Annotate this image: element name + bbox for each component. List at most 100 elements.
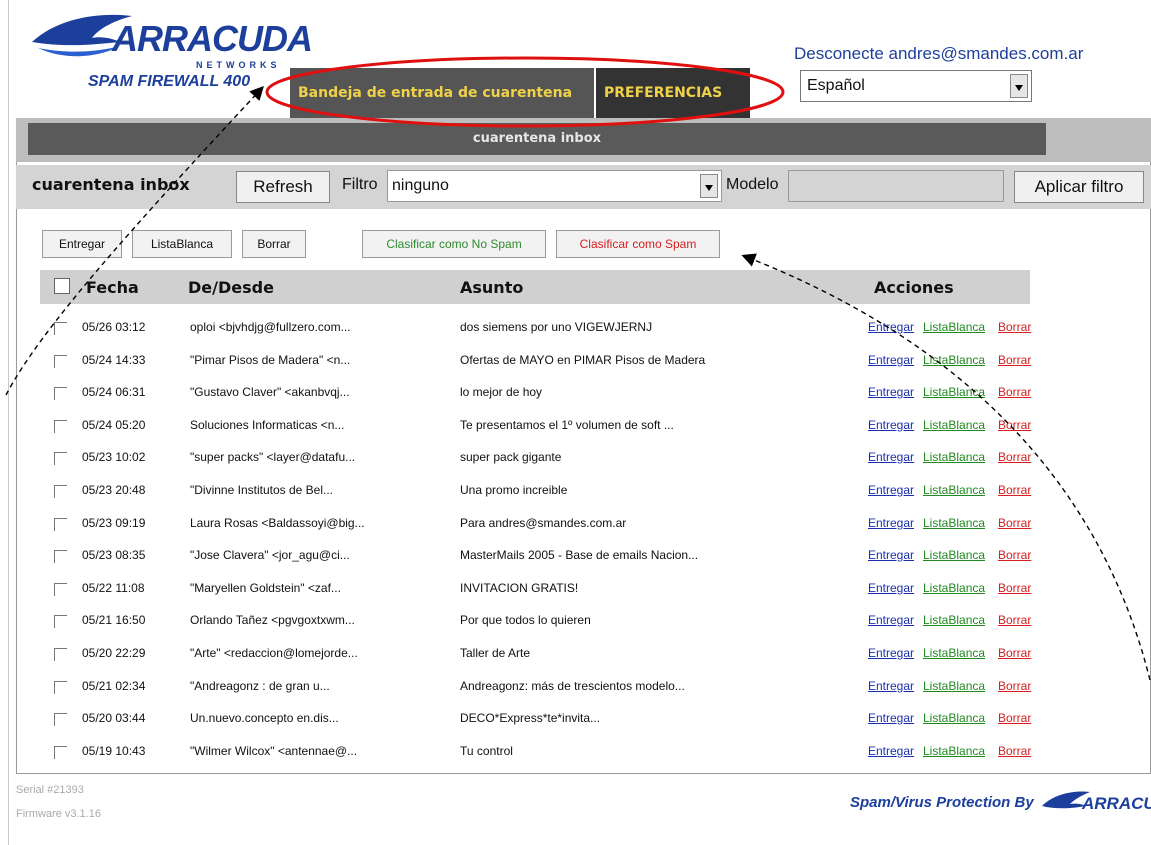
tab-quarantine-inbox[interactable]: Bandeja de entrada de cuarentena — [290, 68, 594, 118]
row-deliver-link[interactable]: Entregar — [868, 353, 914, 367]
row-deliver-link[interactable]: Entregar — [868, 744, 914, 758]
row-delete-link[interactable]: Borrar — [998, 320, 1031, 334]
row-subject[interactable]: Para andres@smandes.com.ar — [460, 516, 626, 530]
row-delete-link[interactable]: Borrar — [998, 679, 1031, 693]
row-delete-link[interactable]: Borrar — [998, 744, 1031, 758]
row-delete-link[interactable]: Borrar — [998, 385, 1031, 399]
row-subject[interactable]: Tu control — [460, 744, 513, 758]
model-input[interactable] — [788, 170, 1004, 202]
row-subject[interactable]: Por que todos lo quieren — [460, 613, 591, 627]
row-checkbox[interactable] — [54, 485, 67, 498]
row-checkbox[interactable] — [54, 583, 67, 596]
row-subject[interactable]: INVITACION GRATIS! — [460, 581, 578, 595]
row-delete-link[interactable]: Borrar — [998, 418, 1031, 432]
row-from[interactable]: "Pimar Pisos de Madera" <n... — [190, 353, 350, 367]
row-whitelist-link[interactable]: ListaBlanca — [923, 646, 985, 660]
row-delete-link[interactable]: Borrar — [998, 613, 1031, 627]
row-deliver-link[interactable]: Entregar — [868, 581, 914, 595]
row-delete-link[interactable]: Borrar — [998, 581, 1031, 595]
row-from[interactable]: "Wilmer Wilcox" <antennae@... — [190, 744, 357, 758]
row-whitelist-link[interactable]: ListaBlanca — [923, 581, 985, 595]
row-subject[interactable]: Andreagonz: más de trescientos modelo... — [460, 679, 685, 693]
row-from[interactable]: Un.nuevo.concepto en.dis... — [190, 711, 339, 725]
row-subject[interactable]: dos siemens por uno VIGEWJERNJ — [460, 320, 652, 334]
row-deliver-link[interactable]: Entregar — [868, 613, 914, 627]
row-from[interactable]: "Arte" <redaccion@lomejorde... — [190, 646, 358, 660]
row-checkbox[interactable] — [54, 518, 67, 531]
row-subject[interactable]: DECO*Express*te*invita... — [460, 711, 600, 725]
row-checkbox[interactable] — [54, 681, 67, 694]
row-subject[interactable]: super pack gigante — [460, 450, 561, 464]
row-subject[interactable]: Te presentamos el 1º volumen de soft ... — [460, 418, 674, 432]
logout-link[interactable]: Desconecte andres@smandes.com.ar — [794, 44, 1083, 64]
row-delete-link[interactable]: Borrar — [998, 483, 1031, 497]
row-from[interactable]: oploi <bjvhdjg@fullzero.com... — [190, 320, 351, 334]
row-whitelist-link[interactable]: ListaBlanca — [923, 613, 985, 627]
row-subject[interactable]: lo mejor de hoy — [460, 385, 542, 399]
row-whitelist-link[interactable]: ListaBlanca — [923, 353, 985, 367]
row-delete-link[interactable]: Borrar — [998, 516, 1031, 530]
row-checkbox[interactable] — [54, 420, 67, 433]
row-checkbox[interactable] — [54, 387, 67, 400]
row-from[interactable]: "Andreagonz : de gran u... — [190, 679, 330, 693]
spam-button[interactable]: Clasificar como Spam — [556, 230, 720, 258]
row-deliver-link[interactable]: Entregar — [868, 646, 914, 660]
row-deliver-link[interactable]: Entregar — [868, 548, 914, 562]
row-whitelist-link[interactable]: ListaBlanca — [923, 744, 985, 758]
whitelist-button[interactable]: ListaBlanca — [132, 230, 232, 258]
filter-select[interactable]: ninguno — [387, 170, 722, 202]
row-whitelist-link[interactable]: ListaBlanca — [923, 711, 985, 725]
header-date[interactable]: Fecha — [86, 278, 139, 297]
row-from[interactable]: Laura Rosas <Baldassoyi@big... — [190, 516, 365, 530]
row-from[interactable]: "Maryellen Goldstein" <zaf... — [190, 581, 341, 595]
header-subject[interactable]: Asunto — [460, 278, 523, 297]
row-deliver-link[interactable]: Entregar — [868, 711, 914, 725]
row-subject[interactable]: Una promo increible — [460, 483, 567, 497]
row-checkbox[interactable] — [54, 713, 67, 726]
row-whitelist-link[interactable]: ListaBlanca — [923, 450, 985, 464]
row-checkbox[interactable] — [54, 648, 67, 661]
row-checkbox[interactable] — [54, 746, 67, 759]
row-deliver-link[interactable]: Entregar — [868, 385, 914, 399]
chevron-down-icon[interactable] — [1010, 74, 1028, 98]
language-select[interactable]: Español — [800, 70, 1032, 102]
row-whitelist-link[interactable]: ListaBlanca — [923, 385, 985, 399]
row-subject[interactable]: MasterMails 2005 - Base de emails Nacion… — [460, 548, 698, 562]
chevron-down-icon[interactable] — [700, 174, 718, 198]
header-from[interactable]: De/Desde — [188, 278, 274, 297]
row-delete-link[interactable]: Borrar — [998, 711, 1031, 725]
row-whitelist-link[interactable]: ListaBlanca — [923, 320, 985, 334]
row-checkbox[interactable] — [54, 452, 67, 465]
row-from[interactable]: "Divinne Institutos de Bel... — [190, 483, 333, 497]
row-subject[interactable]: Taller de Arte — [460, 646, 530, 660]
row-checkbox[interactable] — [54, 615, 67, 628]
refresh-button[interactable]: Refresh — [236, 171, 330, 203]
row-deliver-link[interactable]: Entregar — [868, 450, 914, 464]
row-from[interactable]: "super packs" <layer@datafu... — [190, 450, 355, 464]
row-whitelist-link[interactable]: ListaBlanca — [923, 679, 985, 693]
row-checkbox[interactable] — [54, 550, 67, 563]
select-all-checkbox[interactable] — [54, 278, 70, 294]
row-deliver-link[interactable]: Entregar — [868, 418, 914, 432]
tab-preferences[interactable]: PREFERENCIAS — [596, 68, 750, 118]
row-whitelist-link[interactable]: ListaBlanca — [923, 516, 985, 530]
row-from[interactable]: Orlando Tañez <pgvgoxtxwm... — [190, 613, 355, 627]
row-whitelist-link[interactable]: ListaBlanca — [923, 483, 985, 497]
row-whitelist-link[interactable]: ListaBlanca — [923, 418, 985, 432]
row-deliver-link[interactable]: Entregar — [868, 483, 914, 497]
row-from[interactable]: Soluciones Informaticas <n... — [190, 418, 344, 432]
delete-button[interactable]: Borrar — [242, 230, 306, 258]
row-delete-link[interactable]: Borrar — [998, 353, 1031, 367]
row-delete-link[interactable]: Borrar — [998, 646, 1031, 660]
row-delete-link[interactable]: Borrar — [998, 450, 1031, 464]
row-whitelist-link[interactable]: ListaBlanca — [923, 548, 985, 562]
row-deliver-link[interactable]: Entregar — [868, 679, 914, 693]
row-checkbox[interactable] — [54, 355, 67, 368]
row-delete-link[interactable]: Borrar — [998, 548, 1031, 562]
deliver-button[interactable]: Entregar — [42, 230, 122, 258]
row-deliver-link[interactable]: Entregar — [868, 320, 914, 334]
row-subject[interactable]: Ofertas de MAYO en PIMAR Pisos de Madera — [460, 353, 705, 367]
row-from[interactable]: "Jose Clavera" <jor_agu@ci... — [190, 548, 350, 562]
row-from[interactable]: "Gustavo Claver" <akanbvqj... — [190, 385, 350, 399]
apply-filter-button[interactable]: Aplicar filtro — [1014, 171, 1144, 203]
